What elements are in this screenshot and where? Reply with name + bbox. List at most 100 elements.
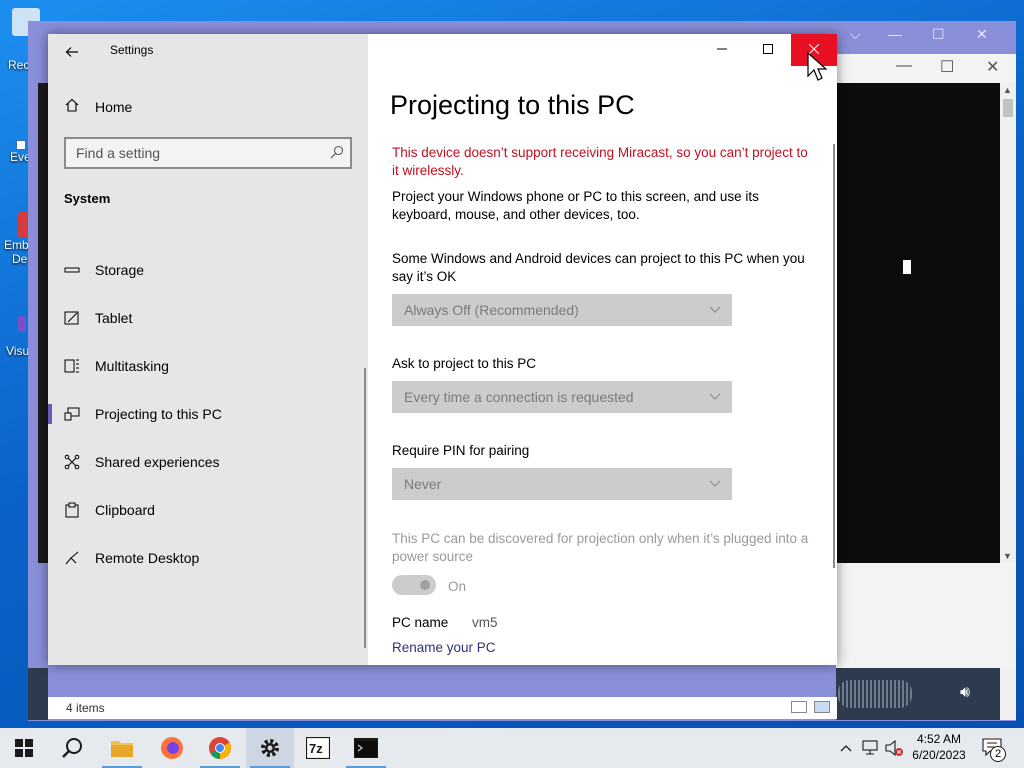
settings-window: Settings Home System Storage [48, 34, 837, 665]
terminal-icon [354, 738, 378, 758]
dropdown-value: Always Off (Recommended) [404, 302, 579, 318]
page-title: Projecting to this PC [390, 90, 635, 120]
app-icon [18, 316, 26, 332]
settings-content: Projecting to this PC This device doesn’… [368, 34, 837, 665]
firefox-icon [161, 737, 183, 759]
ask-to-project-dropdown[interactable]: Every time a connection is requested [392, 381, 732, 413]
taskbar-firefox[interactable] [148, 728, 196, 768]
taskbar-file-explorer[interactable] [98, 728, 146, 768]
large-icons-view-icon[interactable] [814, 701, 830, 713]
details-view-icon[interactable] [791, 701, 807, 713]
minimize-button[interactable] [699, 34, 745, 66]
remote-desktop-icon [65, 551, 79, 565]
sidebar-item-tablet[interactable]: Tablet [48, 298, 364, 338]
system-tray [836, 728, 906, 768]
sidebar-item-clipboard[interactable]: Clipboard [48, 490, 364, 530]
chrome-icon [209, 737, 231, 759]
sidebar-item-multitasking[interactable]: Multitasking [48, 346, 364, 386]
require-pin-dropdown[interactable]: Never [392, 468, 732, 500]
network-icon[interactable] [862, 740, 880, 756]
maximize-icon[interactable]: ☐ [932, 26, 945, 43]
close-icon[interactable]: ✕ [986, 57, 999, 77]
storage-icon [64, 267, 80, 273]
miracast-warning: This device doesn’t support receiving Mi… [392, 145, 808, 178]
sidebar-item-label: Clipboard [95, 502, 155, 518]
7zip-icon: 7z [306, 737, 330, 759]
search-icon[interactable] [330, 145, 344, 159]
sidebar-item-label: Multitasking [95, 358, 169, 374]
pc-name-label: PC name [392, 615, 449, 630]
projecting-icon [64, 407, 80, 421]
volume-muted-icon[interactable] [884, 739, 904, 757]
background-window-pane [38, 83, 48, 563]
chevron-down-icon [709, 393, 721, 400]
multitasking-icon [64, 359, 79, 373]
back-button[interactable] [58, 38, 86, 66]
explorer-status-bar: 4 items [48, 697, 837, 719]
folder-icon [111, 741, 133, 757]
sidebar-item-shared-experiences[interactable]: Shared experiences [48, 442, 364, 482]
sidebar-item-label: Storage [95, 262, 145, 278]
ask-to-project-label: Ask to project to this PC [392, 356, 537, 371]
nav-home[interactable]: Home [48, 88, 368, 124]
taskbar-command-prompt[interactable] [342, 728, 390, 768]
search-button[interactable] [48, 728, 96, 768]
content-scrollbar[interactable] [833, 144, 835, 568]
minimize-icon[interactable]: — [888, 26, 902, 42]
console-scrollbar[interactable]: ▲ ▼ [1000, 83, 1016, 563]
minimize-icon [717, 48, 727, 50]
scroll-down-icon[interactable]: ▼ [1003, 551, 1012, 561]
console-output[interactable] [836, 83, 1000, 563]
start-button[interactable] [0, 728, 48, 768]
sidebar-item-projecting[interactable]: Projecting to this PC [48, 394, 364, 434]
toggle-knob [420, 580, 430, 590]
sidebar-item-label: Tablet [95, 310, 133, 326]
media-player-edge [28, 668, 48, 720]
chevron-down-icon [709, 306, 721, 313]
minimize-icon[interactable]: — [896, 57, 912, 75]
shared-experiences-icon [64, 454, 80, 470]
taskbar-settings[interactable] [246, 728, 294, 768]
sidebar-item-storage[interactable]: Storage [48, 250, 364, 290]
maximize-icon [763, 44, 773, 54]
search-box[interactable] [64, 137, 352, 169]
clock-time: 4:52 AM [916, 732, 962, 746]
settings-sidebar: Settings Home System Storage [48, 34, 368, 665]
section-heading: System [64, 191, 111, 206]
scrollbar-thumb[interactable] [1003, 99, 1013, 117]
active-indicator [48, 404, 52, 424]
taskbar-7zip[interactable]: 7z [294, 728, 342, 768]
projection-availability-dropdown[interactable]: Always Off (Recommended) [392, 294, 732, 326]
media-scrollbar[interactable] [1000, 668, 1016, 720]
maximize-button[interactable] [745, 34, 791, 66]
notification-center-button[interactable]: 2 [978, 736, 1006, 762]
background-window-titlebar: ⌵ — ☐ ✕ [846, 21, 1016, 49]
scroll-up-icon[interactable]: ▲ [1003, 85, 1012, 95]
nav-home-label: Home [95, 99, 133, 115]
clock[interactable]: 4:52 AM 6/20/2023 [904, 731, 974, 763]
item-count: 4 items [66, 701, 105, 715]
home-icon [65, 98, 79, 112]
rename-pc-link[interactable]: Rename your PC [392, 640, 496, 655]
taskbar-chrome[interactable] [196, 728, 244, 768]
projection-availability-label: Some Windows and Android devices can pro… [392, 251, 805, 284]
waveform-icon [838, 680, 912, 708]
windows-logo-icon [15, 739, 33, 757]
require-pin-label: Require PIN for pairing [392, 443, 530, 458]
sidebar-scrollbar[interactable] [364, 368, 366, 648]
chevron-down-icon [709, 480, 721, 487]
chevron-down-icon[interactable]: ⌵ [850, 26, 861, 43]
power-source-toggle[interactable] [392, 575, 436, 595]
search-input[interactable] [66, 139, 326, 167]
sidebar-item-label: Projecting to this PC [95, 406, 222, 422]
search-icon [62, 738, 82, 758]
sidebar-item-remote-desktop[interactable]: Remote Desktop [48, 538, 364, 578]
volume-icon[interactable]: 🔊︎ [960, 684, 970, 702]
svg-text:7z: 7z [309, 741, 323, 756]
toggle-state-label: On [448, 579, 467, 594]
chevron-up-icon[interactable] [840, 744, 852, 752]
notification-badge: 2 [990, 746, 1006, 762]
maximize-icon[interactable]: ☐ [940, 57, 954, 77]
close-icon[interactable]: ✕ [976, 26, 988, 43]
back-arrow-icon [65, 47, 78, 57]
